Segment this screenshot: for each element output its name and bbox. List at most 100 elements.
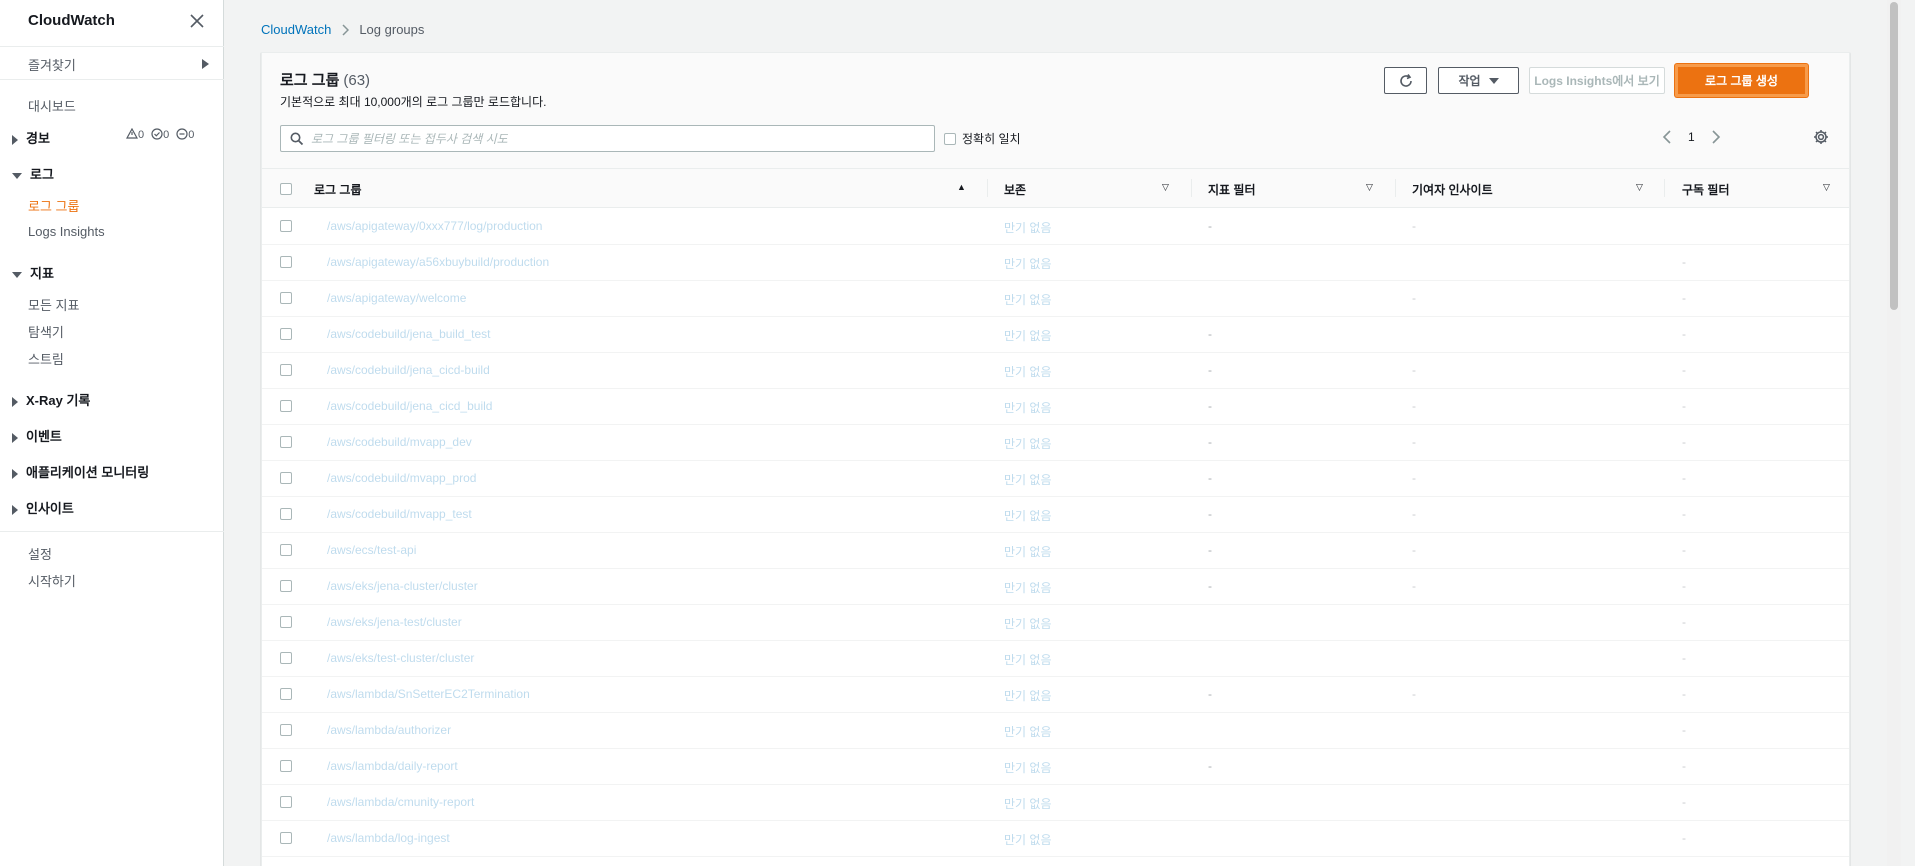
sort-ascending-icon[interactable]: ▲ [957, 182, 966, 192]
sort-icon[interactable]: ▽ [1162, 182, 1169, 193]
row-checkbox[interactable] [280, 292, 292, 304]
table-row[interactable]: /aws/codebuild/jena_build_test 만기 없음 - - [262, 317, 1849, 353]
log-group-name-link[interactable]: /aws/codebuild/mvapp_dev [327, 435, 472, 449]
actions-dropdown-button[interactable]: 작업 [1438, 67, 1519, 94]
sidebar-item-explorer[interactable]: 탐색기 [28, 322, 64, 341]
sidebar-item-log-groups[interactable]: 로그 그룹 [28, 196, 79, 215]
sidebar-item-logs-insights[interactable]: Logs Insights [28, 224, 105, 239]
sort-icon[interactable]: ▽ [1366, 182, 1373, 193]
exact-match-checkbox[interactable] [944, 132, 956, 145]
sidebar-item-getting-started[interactable]: 시작하기 [28, 571, 76, 590]
table-row[interactable]: /aws/codebuild/mvapp_test 만기 없음 - - - [262, 497, 1849, 533]
sidebar-item-streams[interactable]: 스트림 [28, 349, 64, 368]
table-row[interactable]: /aws/apigateway/a56xbuybuild/production 만… [262, 245, 1849, 281]
sidebar-section-logs[interactable]: 로그 [12, 164, 54, 183]
sidebar-section-metrics[interactable]: 지표 [12, 263, 54, 282]
retention-value[interactable]: 만기 없음 [1004, 795, 1052, 812]
row-checkbox[interactable] [280, 400, 292, 412]
sort-icon[interactable]: ▽ [1823, 182, 1830, 193]
retention-value[interactable]: 만기 없음 [1004, 291, 1052, 308]
retention-value[interactable]: 만기 없음 [1004, 363, 1052, 380]
table-row[interactable]: /aws/codebuild/jena_cicd-build 만기 없음 - - - [262, 353, 1849, 389]
table-row[interactable]: /aws/lambda/daily-report 만기 없음 - - [262, 749, 1849, 785]
log-group-name-link[interactable]: /aws/lambda/cmunity-report [327, 795, 474, 809]
retention-value[interactable]: 만기 없음 [1004, 723, 1052, 740]
row-checkbox[interactable] [280, 364, 292, 376]
retention-value[interactable]: 만기 없음 [1004, 327, 1052, 344]
table-row[interactable]: /aws/codebuild/mvapp_prod 만기 없음 - - - [262, 461, 1849, 497]
retention-value[interactable]: 만기 없음 [1004, 831, 1052, 848]
gear-icon[interactable] [1813, 129, 1829, 145]
search-input[interactable] [311, 130, 921, 147]
row-checkbox[interactable] [280, 724, 292, 736]
retention-value[interactable]: 만기 없음 [1004, 219, 1052, 236]
table-row[interactable]: /aws/codebuild/mvapp_dev 만기 없음 - - - [262, 425, 1849, 461]
exact-match-option[interactable]: 정확히 일치 [944, 130, 1021, 147]
log-group-name-link[interactable]: /aws/codebuild/jena_cicd_build [327, 399, 492, 413]
log-group-name-link[interactable]: /aws/lambda/daily-report [327, 759, 458, 773]
retention-value[interactable]: 만기 없음 [1004, 687, 1052, 704]
table-row[interactable]: /aws/eks/test-cluster/cluster 만기 없음 - [262, 641, 1849, 677]
row-checkbox[interactable] [280, 508, 292, 520]
row-checkbox[interactable] [280, 472, 292, 484]
view-in-logs-insights-button[interactable]: Logs Insights에서 보기 [1529, 67, 1665, 94]
page-scrollbar[interactable] [1887, 0, 1901, 866]
retention-value[interactable]: 만기 없음 [1004, 759, 1052, 776]
retention-value[interactable]: 만기 없음 [1004, 651, 1052, 668]
row-checkbox[interactable] [280, 328, 292, 340]
row-checkbox[interactable] [280, 544, 292, 556]
log-group-name-link[interactable]: /aws/eks/test-cluster/cluster [327, 651, 474, 665]
alarm-state-insufficient[interactable]: 0 [176, 128, 194, 141]
sidebar-section-app-monitoring[interactable]: 애플리케이션 모니터링 [12, 462, 149, 481]
table-row[interactable]: /aws/codebuild/jena_cicd_build 만기 없음 - - - [262, 389, 1849, 425]
table-row[interactable]: /aws/apigateway/welcome 만기 없음 - - [262, 281, 1849, 317]
sidebar-section-insights[interactable]: 인사이트 [12, 498, 74, 517]
sidebar-section-events[interactable]: 이벤트 [12, 426, 62, 445]
page-number[interactable]: 1 [1688, 130, 1695, 144]
log-group-name-link[interactable]: /aws/lambda/log-ingest [327, 831, 450, 845]
log-group-name-link[interactable]: /aws/codebuild/jena_cicd-build [327, 363, 490, 377]
retention-value[interactable]: 만기 없음 [1004, 435, 1052, 452]
sidebar-item-dashboard[interactable]: 대시보드 [28, 96, 76, 115]
sidebar-section-xray[interactable]: X-Ray 기록 [12, 390, 90, 409]
table-row[interactable]: /aws/eks/jena-test/cluster 만기 없음 - [262, 605, 1849, 641]
table-row[interactable]: /aws/lambda/cmunity-report 만기 없음 - [262, 785, 1849, 821]
table-row[interactable]: /aws/apigateway/0xxx777/log/production 만기… [262, 209, 1849, 245]
alarm-state-in-alarm[interactable]: 0 [125, 127, 144, 141]
close-icon[interactable] [188, 12, 206, 30]
retention-value[interactable]: 만기 없음 [1004, 255, 1052, 272]
column-header-contributor-insights[interactable]: 기여자 인사이트 [1412, 181, 1493, 198]
log-group-name-link[interactable]: /aws/codebuild/jena_build_test [327, 327, 490, 341]
log-group-name-link[interactable]: /aws/ecs/test-api [327, 543, 416, 557]
column-header-log-group[interactable]: 로그 그룹 [314, 181, 362, 198]
row-checkbox[interactable] [280, 688, 292, 700]
row-checkbox[interactable] [280, 616, 292, 628]
breadcrumb-link-cloudwatch[interactable]: CloudWatch [261, 22, 331, 37]
table-row[interactable]: /aws/eks/jena-cluster/cluster 만기 없음 - - - [262, 569, 1849, 605]
row-checkbox[interactable] [280, 652, 292, 664]
chevron-right-icon[interactable] [1711, 130, 1721, 144]
refresh-button[interactable] [1384, 67, 1427, 94]
sidebar-item-all-metrics[interactable]: 모든 지표 [28, 295, 79, 314]
retention-value[interactable]: 만기 없음 [1004, 399, 1052, 416]
row-checkbox[interactable] [280, 220, 292, 232]
row-checkbox[interactable] [280, 760, 292, 772]
alarm-state-ok[interactable]: 0 [151, 128, 169, 141]
log-group-name-link[interactable]: /aws/apigateway/a56xbuybuild/production [327, 255, 549, 269]
log-group-name-link[interactable]: /aws/eks/jena-cluster/cluster [327, 579, 478, 593]
column-header-subscription-filters[interactable]: 구독 필터 [1682, 181, 1730, 198]
row-checkbox[interactable] [280, 832, 292, 844]
log-group-name-link[interactable]: /aws/apigateway/0xxx777/log/production [327, 219, 542, 233]
row-checkbox[interactable] [280, 256, 292, 268]
sidebar-favorites[interactable]: 즐겨찾기 [0, 46, 224, 80]
table-row[interactable]: /aws/lambda/authorizer 만기 없음 - [262, 713, 1849, 749]
sidebar-section-alarms[interactable]: 경보 [12, 128, 50, 147]
retention-value[interactable]: 만기 없음 [1004, 471, 1052, 488]
sort-icon[interactable]: ▽ [1636, 182, 1643, 193]
table-row[interactable]: /aws/lambda/log-ingest 만기 없음 - [262, 821, 1849, 857]
log-group-name-link[interactable]: /aws/eks/jena-test/cluster [327, 615, 462, 629]
retention-value[interactable]: 만기 없음 [1004, 543, 1052, 560]
row-checkbox[interactable] [280, 436, 292, 448]
log-group-name-link[interactable]: /aws/lambda/SnSetterEC2Termination [327, 687, 530, 701]
log-group-name-link[interactable]: /aws/apigateway/welcome [327, 291, 466, 305]
